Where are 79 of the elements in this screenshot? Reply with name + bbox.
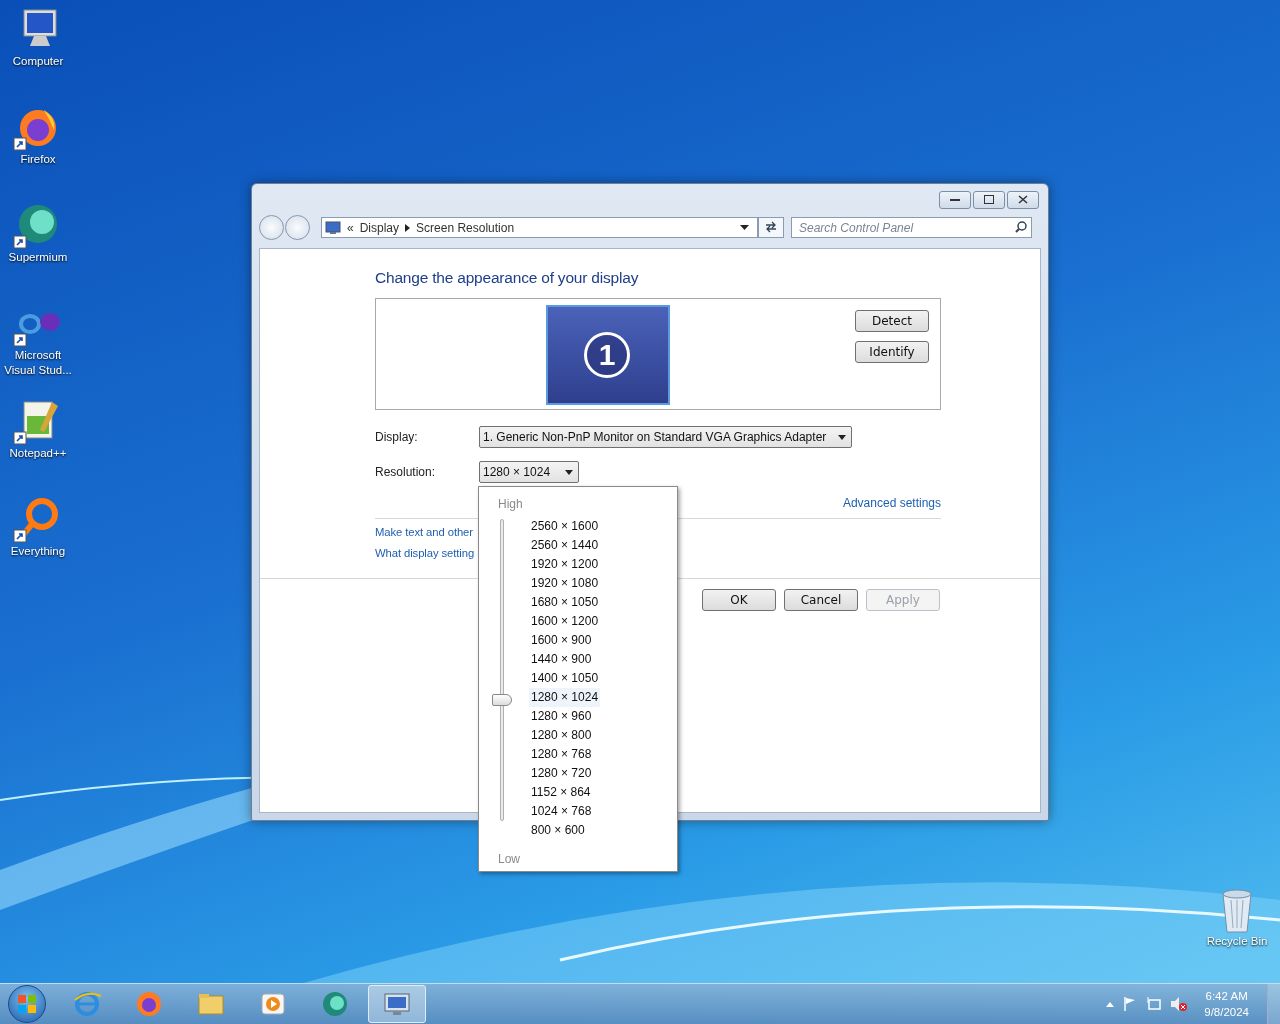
- resolution-option[interactable]: 1600 × 1200: [529, 612, 601, 631]
- shortcut-label: Computer: [12, 54, 64, 69]
- network-icon[interactable]: [1146, 996, 1163, 1012]
- maximize-button[interactable]: [973, 190, 1005, 209]
- shortcut-label: Microsoft Visual Stud...: [3, 348, 73, 378]
- forward-button[interactable]: [285, 215, 310, 240]
- slider-label: High: [498, 497, 524, 511]
- resolution-option[interactable]: 2560 × 1440: [529, 536, 601, 555]
- breadcrumb-chevron[interactable]: «: [347, 220, 354, 235]
- resolution-option[interactable]: 1280 × 960: [529, 707, 601, 726]
- breadcrumb-item[interactable]: Screen Resolution: [416, 220, 515, 235]
- desktop-shortcut[interactable]: Everything: [0, 496, 76, 580]
- refresh-button[interactable]: [758, 217, 784, 238]
- resolution-option[interactable]: 1400 × 1050: [529, 669, 601, 688]
- resolution-option[interactable]: 1152 × 864: [529, 783, 601, 802]
- shortcut-label: Everything: [10, 544, 66, 559]
- resolution-option[interactable]: 1680 × 1050: [529, 593, 601, 612]
- globe-icon: [73, 990, 101, 1018]
- chevron-up-icon[interactable]: [1106, 1001, 1115, 1007]
- slider-label: Low: [498, 852, 521, 866]
- back-button[interactable]: [259, 215, 284, 240]
- resolution-option[interactable]: 800 × 600: [529, 821, 601, 840]
- field-label: Display:: [375, 430, 419, 444]
- resolution-option[interactable]: 1280 × 800: [529, 726, 601, 745]
- app-icon: [135, 990, 163, 1018]
- breadcrumb-item[interactable]: Display: [359, 220, 400, 235]
- resolution-option[interactable]: 1920 × 1200: [529, 555, 601, 574]
- help-link[interactable]: Make text and other: [375, 526, 473, 538]
- help-link[interactable]: What display setting: [375, 547, 475, 559]
- display-dropdown[interactable]: 1. Generic Non-PnP Monitor on Standard VGA Graphics Adapter: [479, 426, 853, 448]
- monitor-icon: [383, 990, 411, 1018]
- windows-logo-icon: [18, 995, 36, 1013]
- chevron-icon: [405, 223, 411, 232]
- search-icon: [1015, 221, 1027, 233]
- resolution-option[interactable]: 1280 × 720: [529, 764, 601, 783]
- resolution-option[interactable]: 1280 × 768: [529, 745, 601, 764]
- resolution-option[interactable]: 1024 × 768: [529, 802, 601, 821]
- desktop-shortcut[interactable]: Firefox: [0, 104, 76, 188]
- start-button[interactable]: [8, 985, 46, 1023]
- caret-icon: [565, 469, 573, 475]
- caret-icon: [838, 434, 847, 440]
- speaker-muted-icon[interactable]: [1170, 996, 1189, 1012]
- resolution-option[interactable]: 2560 × 1600: [529, 517, 601, 536]
- page-heading: Change the appearance of your display: [375, 269, 640, 287]
- resolution-option[interactable]: 1280 × 1024: [529, 688, 601, 707]
- preview-button[interactable]: Detect: [855, 310, 929, 332]
- resolution-dropdown[interactable]: 1280 × 1024: [479, 461, 579, 483]
- taskbar-app-button[interactable]: [368, 985, 426, 1023]
- shortcut-label: Notepad++: [9, 446, 67, 461]
- desktop-shortcut[interactable]: Computer: [0, 6, 76, 90]
- desktop-shortcut[interactable]: Notepad++: [0, 398, 76, 482]
- shortcut-label: Supermium: [8, 250, 68, 265]
- field-label: Resolution:: [375, 465, 437, 479]
- resolution-option[interactable]: 1920 × 1080: [529, 574, 601, 593]
- shortcut-label: Recycle Bin: [1206, 934, 1268, 949]
- slider-track[interactable]: [500, 519, 504, 821]
- dialog-button[interactable]: OK: [702, 589, 776, 611]
- dropdown-caret-icon[interactable]: [740, 225, 749, 230]
- close-button[interactable]: [1007, 190, 1039, 209]
- app-icon: [321, 990, 349, 1018]
- advanced-settings-link[interactable]: Advanced settings: [842, 496, 941, 510]
- desktop-shortcut[interactable]: Microsoft Visual Stud...: [0, 300, 76, 384]
- search-field[interactable]: Search Control Panel: [791, 217, 1032, 238]
- preview-button[interactable]: Identify: [855, 341, 929, 363]
- resolution-option[interactable]: 1440 × 900: [529, 650, 601, 669]
- dialog-button[interactable]: Cancel: [784, 589, 858, 611]
- refresh-icon: [764, 220, 778, 233]
- desktop-shortcut[interactable]: Supermium: [0, 202, 76, 286]
- monitor-number: 1: [584, 332, 630, 378]
- minimize-button[interactable]: [939, 190, 971, 209]
- monitor-icon: [325, 220, 341, 235]
- resolution-option[interactable]: 1600 × 900: [529, 631, 601, 650]
- play-icon: [259, 990, 287, 1018]
- slider-thumb[interactable]: [492, 694, 512, 706]
- address-bar[interactable]: « Display Screen Resolution: [321, 217, 758, 238]
- shortcut-label: Firefox: [20, 152, 56, 167]
- monitor-thumbnail[interactable]: 1: [546, 305, 670, 405]
- close-icon: [1018, 195, 1028, 204]
- maximize-icon: [984, 195, 994, 204]
